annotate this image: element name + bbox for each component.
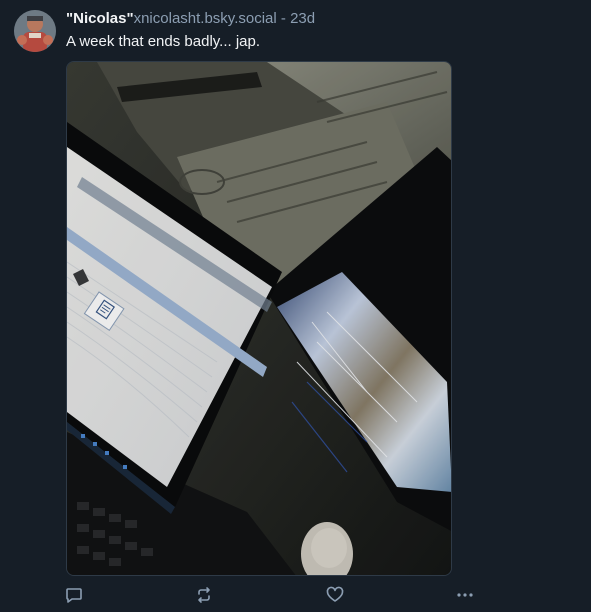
- post-image[interactable]: [66, 61, 452, 576]
- like-button[interactable]: [324, 584, 346, 606]
- heart-icon: [326, 586, 344, 602]
- author-handle[interactable]: xnicolasht.bsky.social: [134, 10, 277, 27]
- photo-of-cracked-laptop-screen: [67, 62, 451, 575]
- repost-icon: [198, 587, 210, 603]
- avatar-image: [14, 10, 56, 52]
- post-time[interactable]: 23d: [290, 10, 315, 27]
- reply-icon: [66, 588, 82, 603]
- post-text: A week that ends badly... jap.: [66, 33, 261, 50]
- post: "Nicolas"xnicolasht.bsky.social - 23d A …: [0, 0, 591, 612]
- repost-button[interactable]: [193, 584, 215, 606]
- more-button[interactable]: [454, 584, 476, 606]
- separator: -: [276, 10, 291, 27]
- post-header: "Nicolas"xnicolasht.bsky.social - 23d: [66, 10, 315, 28]
- display-name[interactable]: "Nicolas": [66, 10, 134, 27]
- post-actions: [66, 584, 486, 606]
- more-icon: [457, 593, 473, 597]
- avatar[interactable]: [14, 10, 56, 52]
- reply-button[interactable]: [63, 584, 85, 606]
